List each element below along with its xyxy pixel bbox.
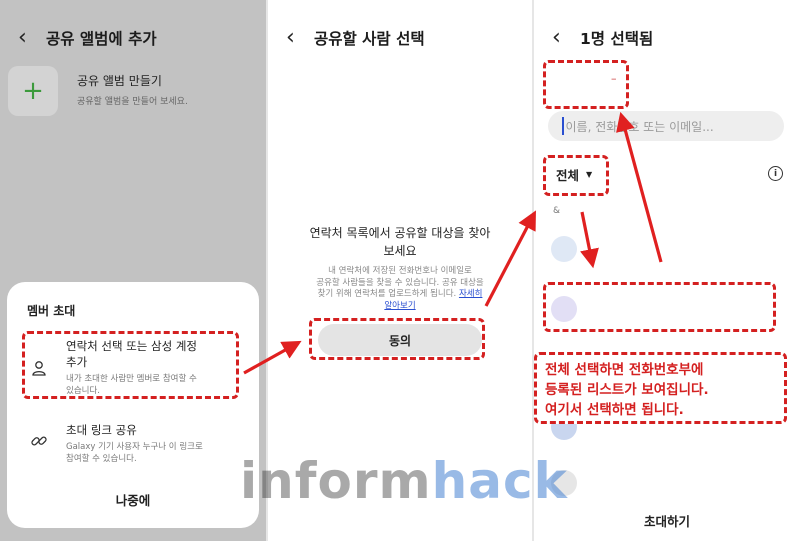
option2-sub-line1: Galaxy 기기 사용자 누구나 이 링크로 xyxy=(66,442,203,452)
invite-button[interactable]: 초대하기 xyxy=(534,511,800,530)
panel1-header: ‹ 공유 앨범에 추가 xyxy=(18,22,256,54)
highlight-agree xyxy=(309,318,485,360)
contacts-prompt: 연락처 목록에서 공유할 대상을 찾아 보세요 xyxy=(288,224,512,260)
watermark-part1: inform xyxy=(240,452,432,510)
panel2-title: 공유할 사람 선택 xyxy=(314,30,425,48)
create-shared-album-row[interactable]: + 공유 앨범 만들기 공유할 앨범을 만들어 보세요. xyxy=(8,66,258,116)
sheet-title: 멤버 초대 xyxy=(27,304,76,318)
option2-sub-line2: 참여할 수 있습니다. xyxy=(66,454,137,464)
highlight-select-contacts xyxy=(22,331,239,399)
highlight-filter xyxy=(543,155,609,196)
screenshot-root: ‹ 공유 앨범에 추가 + 공유 앨범 만들기 공유할 앨범을 만들어 보세요.… xyxy=(0,0,800,541)
panel2-header: ‹ 공유할 사람 선택 xyxy=(286,22,522,54)
panel3-title: 1명 선택됨 xyxy=(580,30,654,48)
annotation-callout: 전체 선택하면 전화번호부에 등록된 리스트가 보여집니다. 여기서 선택하면 … xyxy=(534,352,787,424)
watermark: informhack xyxy=(240,452,568,510)
later-button[interactable]: 나중에 xyxy=(7,490,259,509)
add-to-shared-album-panel: ‹ 공유 앨범에 추가 + 공유 앨범 만들기 공유할 앨범을 만들어 보세요.… xyxy=(0,0,266,541)
annotation-line1: 전체 선택하면 전화번호부에 xyxy=(545,362,704,378)
create-album-title: 공유 앨범 만들기 xyxy=(77,74,162,88)
panel3-header: ‹ 1명 선택됨 xyxy=(552,22,790,54)
back-arrow-icon[interactable]: ‹ xyxy=(552,27,578,49)
contacts-upload-description: 내 연락처에 저장된 전화번호나 이메일로 공유할 사람들을 찾을 수 있습니다… xyxy=(286,266,514,312)
panel1-title: 공유 앨범에 추가 xyxy=(46,30,157,48)
desc-line2: 공유할 사람들을 찾을 수 있습니다. 공유 대상을 xyxy=(316,277,484,288)
prompt-line2: 보세요 xyxy=(383,244,417,258)
option2-title: 초대 링크 공유 xyxy=(66,423,137,437)
desc-line1: 내 연락처에 저장된 전화번호나 이메일로 xyxy=(328,266,472,276)
desc-line3: 찾기 위해 연락처를 업로드하게 됩니다. xyxy=(317,289,457,299)
annotation-line2: 등록된 리스트가 보여집니다. xyxy=(545,382,709,398)
annotation-line3: 여기서 선택하면 됩니다. xyxy=(545,402,684,418)
create-album-subtitle: 공유할 앨범을 만들어 보세요. xyxy=(77,97,188,107)
index-header: & xyxy=(553,206,561,216)
back-arrow-icon[interactable]: ‹ xyxy=(18,27,44,49)
text-caret xyxy=(562,117,564,135)
highlight-contact-row xyxy=(543,282,776,332)
plus-icon: + xyxy=(8,66,58,116)
learn-more-link-part1[interactable]: 자세히 xyxy=(459,289,482,299)
info-icon[interactable]: i xyxy=(768,166,783,181)
invite-members-sheet: 멤버 초대 연락처 선택 또는 삼성 계정 추가 내가 초대한 사람만 멤버로 … xyxy=(7,282,259,528)
contact-avatar[interactable] xyxy=(551,236,577,262)
learn-more-link-part2[interactable]: 알아보기 xyxy=(286,301,514,313)
link-icon xyxy=(31,436,47,446)
search-input[interactable]: 이름, 전화번호 또는 이메일... xyxy=(548,111,784,141)
search-placeholder: 이름, 전화번호 또는 이메일... xyxy=(565,119,714,134)
watermark-part2: hack xyxy=(431,452,568,510)
highlight-selected-chip xyxy=(543,60,629,109)
prompt-line1: 연락처 목록에서 공유할 대상을 찾아 xyxy=(309,226,491,240)
back-arrow-icon[interactable]: ‹ xyxy=(286,27,312,49)
